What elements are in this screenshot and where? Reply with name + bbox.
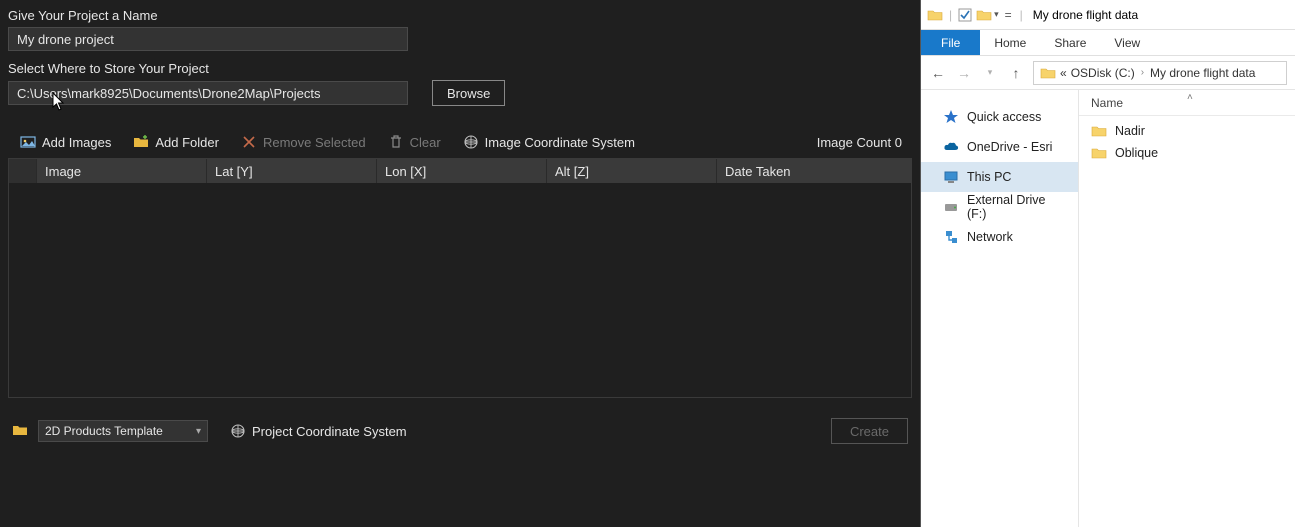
project-footer: 2D Products Template ▾ Project Coordinat…: [8, 418, 912, 444]
folder-add-icon: [133, 134, 149, 150]
image-coordinate-system-button[interactable]: Image Coordinate System: [463, 134, 635, 150]
pc-icon: [943, 169, 959, 185]
create-button[interactable]: Create: [831, 418, 908, 444]
breadcrumb-folder[interactable]: My drone flight data: [1150, 66, 1255, 80]
explorer-ribbon-tabs: File Home Share View: [921, 30, 1295, 56]
folder-item[interactable]: Nadir: [1079, 120, 1295, 142]
folder-icon: [976, 8, 992, 22]
image-table: Image Lat [Y] Lon [X] Alt [Z] Date Taken: [8, 158, 912, 398]
tab-share[interactable]: Share: [1040, 30, 1100, 55]
column-image[interactable]: Image: [37, 159, 207, 183]
column-lon[interactable]: Lon [X]: [377, 159, 547, 183]
column-lat[interactable]: Lat [Y]: [207, 159, 377, 183]
globe-icon: [463, 134, 479, 150]
project-name-label: Give Your Project a Name: [8, 8, 912, 23]
checkbox-icon: [958, 8, 972, 22]
store-location-label: Select Where to Store Your Project: [8, 61, 912, 76]
nav-quick-access[interactable]: Quick access: [921, 102, 1078, 132]
add-folder-button[interactable]: Add Folder: [133, 134, 219, 150]
network-icon: [943, 229, 959, 245]
add-images-button[interactable]: Add Images: [20, 134, 111, 150]
image-count-label: Image Count 0: [817, 135, 910, 150]
image-toolbar: Add Images Add Folder Remove Selected Cl…: [8, 124, 912, 156]
sort-asc-icon: ˄: [1187, 92, 1193, 103]
folder-icon: [1091, 124, 1107, 138]
store-path-input[interactable]: [8, 81, 408, 105]
tab-home[interactable]: Home: [980, 30, 1040, 55]
nav-external-drive[interactable]: External Drive (F:): [921, 192, 1078, 222]
explorer-content: ˄ Name Nadir Oblique: [1079, 90, 1295, 527]
browse-button[interactable]: Browse: [432, 80, 505, 106]
column-alt[interactable]: Alt [Z]: [547, 159, 717, 183]
explorer-window: | ▾ = | My drone flight data File Home S…: [920, 0, 1295, 527]
table-header: Image Lat [Y] Lon [X] Alt [Z] Date Taken: [9, 159, 911, 183]
trash-icon: [388, 134, 404, 150]
table-body: [9, 183, 911, 397]
cloud-icon: [943, 139, 959, 155]
nav-history-icon[interactable]: ▾: [981, 67, 999, 78]
image-icon: [20, 134, 36, 150]
project-setup-panel: Give Your Project a Name Select Where to…: [0, 0, 920, 527]
nav-network[interactable]: Network: [921, 222, 1078, 252]
globe-icon: [230, 423, 246, 439]
nav-forward-icon[interactable]: →: [955, 65, 973, 81]
column-date[interactable]: Date Taken: [717, 159, 911, 183]
drive-icon: [943, 199, 959, 215]
content-header[interactable]: ˄ Name: [1079, 90, 1295, 116]
breadcrumb-drive[interactable]: OSDisk (C:): [1071, 66, 1135, 80]
explorer-title: My drone flight data: [1033, 8, 1138, 22]
nav-onedrive[interactable]: OneDrive - Esri: [921, 132, 1078, 162]
explorer-titlebar: | ▾ = | My drone flight data: [921, 0, 1295, 30]
remove-selected-button[interactable]: Remove Selected: [241, 134, 366, 150]
clear-button[interactable]: Clear: [388, 134, 441, 150]
explorer-nav-pane: Quick access OneDrive - Esri This PC Ext…: [921, 90, 1079, 527]
address-box[interactable]: « OSDisk (C:) › My drone flight data: [1033, 61, 1287, 85]
explorer-address-bar: ← → ▾ ↑ « OSDisk (C:) › My drone flight …: [921, 56, 1295, 90]
tab-view[interactable]: View: [1100, 30, 1154, 55]
nav-up-icon[interactable]: ↑: [1007, 65, 1025, 81]
folder-icon: [927, 8, 943, 22]
table-select-column[interactable]: [9, 159, 37, 183]
folder-icon: [1091, 146, 1107, 160]
tab-file[interactable]: File: [921, 30, 980, 55]
nav-this-pc[interactable]: This PC: [921, 162, 1078, 192]
nav-back-icon[interactable]: ←: [929, 65, 947, 81]
star-icon: [943, 109, 959, 125]
folder-item[interactable]: Oblique: [1079, 142, 1295, 164]
project-name-input[interactable]: [8, 27, 408, 51]
remove-icon: [241, 134, 257, 150]
chevron-down-icon: ▾: [196, 426, 201, 437]
template-folder-icon: [12, 423, 28, 440]
project-coordinate-system-button[interactable]: Project Coordinate System: [230, 423, 407, 439]
template-select[interactable]: 2D Products Template ▾: [38, 420, 208, 442]
